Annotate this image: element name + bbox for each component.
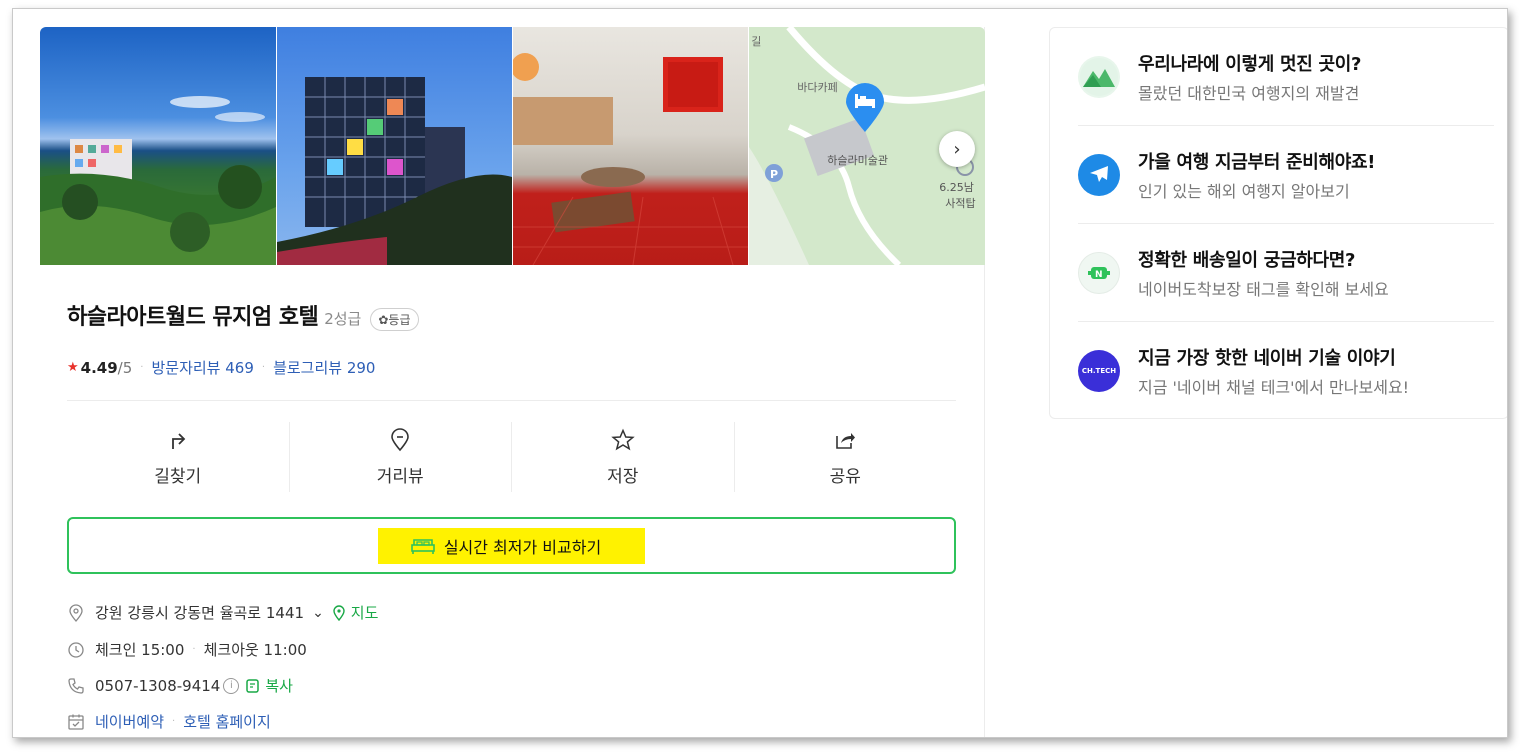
promo-panel: 우리나라에 이렇게 멋진 곳이? 몰랐던 대한민국 여행지의 재발견 가을 여행…	[1049, 27, 1507, 420]
phone-icon	[68, 677, 84, 694]
hotel-name: 하슬라아트월드 뮤지엄 호텔	[67, 305, 319, 330]
booking-row: 네이버예약 · 호텔 홈페이지	[67, 711, 271, 732]
save-label: 저장	[607, 466, 639, 487]
promo-subtitle: 몰랐던 대한민국 여행지의 재발견	[1138, 83, 1360, 103]
rating-max: /5	[117, 358, 133, 377]
building-illustration	[276, 77, 512, 265]
delivery-icon: N	[1078, 251, 1120, 294]
action-bar: 길찾기 거리뷰 저장 공유	[67, 422, 956, 492]
phone-row: 0507-1308-9414 i 복사	[67, 675, 293, 696]
save-button[interactable]: 저장	[512, 422, 735, 492]
promo-item-delivery[interactable]: N 정확한 배송일이 궁금하다면? 네이버도착보장 태그를 확인해 보세요	[1078, 224, 1494, 322]
hotel-grade: 2성급	[324, 310, 362, 328]
hotel-bed-pin-icon[interactable]	[843, 82, 887, 134]
street-view-button[interactable]: 거리뷰	[290, 422, 512, 492]
checkout-time: 체크아웃 11:00	[203, 641, 307, 659]
share-icon	[836, 432, 856, 449]
interior-illustration	[512, 53, 749, 265]
grade-chip-label: 등급	[388, 313, 411, 327]
naver-booking-link[interactable]: 네이버예약	[95, 711, 164, 732]
rating-star-icon: ★	[67, 360, 79, 375]
map-label-museum: 하슬라미술관	[827, 154, 888, 167]
separator-dot: ·	[140, 362, 144, 373]
promo-text: 정확한 배송일이 궁금하다면? 네이버도착보장 태그를 확인해 보세요	[1138, 246, 1389, 300]
promo-item-tech[interactable]: CH.TECH 지금 가장 핫한 네이버 기술 이야기 지금 '네이버 채널 테…	[1078, 322, 1494, 420]
clock-icon	[68, 641, 84, 658]
calendar-icon	[68, 714, 84, 730]
promo-title: 가을 여행 지금부터 준비해야죠!	[1138, 151, 1376, 173]
svg-text:P: P	[770, 168, 778, 181]
copy-icon	[246, 678, 260, 693]
separator-dot: ·	[172, 716, 176, 727]
price-compare-button[interactable]: 실시간 최저가 비교하기	[67, 517, 956, 574]
directions-button[interactable]: 길찾기	[67, 422, 290, 492]
chevron-right-icon[interactable]: ›	[939, 131, 975, 167]
visitor-reviews-link[interactable]: 방문자리뷰 469	[151, 357, 253, 378]
blog-reviews-link[interactable]: 블로그리뷰 290	[273, 357, 375, 378]
map-label-cafe: 바다카페	[797, 81, 838, 94]
promo-subtitle: 인기 있는 해외 여행지 알아보기	[1138, 181, 1350, 201]
map-link[interactable]: 지도	[351, 602, 379, 623]
coast-illustration	[40, 96, 276, 265]
photo-gallery[interactable]: P 길 바다카페 하슬라미술관 6.25남 사적탑 ›	[40, 27, 985, 265]
promo-subtitle: 지금 '네이버 채널 테크'에서 만나보세요!	[1138, 378, 1410, 397]
star-icon	[611, 428, 635, 450]
directions-icon	[171, 432, 186, 449]
map-pin-icon	[333, 604, 345, 621]
price-compare-label: 실시간 최저가 비교하기	[443, 537, 602, 557]
svg-text:N: N	[1095, 270, 1103, 280]
promo-text: 가을 여행 지금부터 준비해야죠! 인기 있는 해외 여행지 알아보기	[1138, 148, 1376, 202]
grade-info-chip[interactable]: ✿등급	[370, 308, 419, 331]
photo-interior[interactable]	[512, 27, 749, 265]
photo-building[interactable]	[276, 27, 512, 265]
location-pin-icon	[69, 603, 83, 622]
map-label-tower: 사적탑	[945, 197, 976, 210]
info-circle-icon[interactable]: i	[223, 677, 240, 694]
ch-tech-logo-text: CH.TECH	[1081, 367, 1117, 375]
promo-subtitle: 네이버도착보장 태그를 확인해 보세요	[1138, 279, 1389, 299]
promo-title: 정확한 배송일이 궁금하다면?	[1138, 249, 1356, 271]
photo-coast[interactable]	[40, 27, 276, 265]
hotel-homepage-link[interactable]: 호텔 홈페이지	[183, 711, 271, 732]
address-text: 강원 강릉시 강동면 율곡로 1441	[95, 604, 305, 622]
app-window: P 길 바다카페 하슬라미술관 6.25남 사적탑 › 하슬라아트월드 뮤지엄 …	[12, 8, 1508, 738]
hotel-title-row: 하슬라아트월드 뮤지엄 호텔 2성급 ✿등급	[67, 299, 419, 331]
separator-dot: ·	[261, 362, 266, 373]
share-label: 공유	[829, 466, 861, 487]
chevron-down-icon[interactable]: ⌄	[312, 605, 324, 621]
divider	[67, 400, 956, 401]
airplane-icon	[1078, 153, 1120, 196]
map-label-road: 길	[751, 35, 762, 48]
location-pin-icon	[391, 427, 410, 451]
promo-title: 지금 가장 핫한 네이버 기술 이야기	[1138, 348, 1396, 369]
copy-phone-button[interactable]: 복사	[265, 675, 293, 696]
rating-score: 4.49	[80, 358, 118, 377]
grade-chip-icon: ✿	[378, 313, 389, 327]
directions-label: 길찾기	[154, 466, 202, 487]
hours-row: 체크인 15:00 · 체크아웃 11:00	[67, 639, 307, 660]
share-button[interactable]: 공유	[735, 422, 957, 492]
mountain-icon	[1078, 55, 1120, 98]
price-compare-highlight: 실시간 최저가 비교하기	[377, 527, 646, 564]
promo-title: 우리나라에 이렇게 멋진 곳이?	[1138, 53, 1362, 75]
bed-icon	[411, 538, 435, 554]
street-view-label: 거리뷰	[376, 466, 424, 487]
separator-dot: ·	[192, 644, 196, 655]
ch-tech-icon: CH.TECH	[1078, 350, 1120, 392]
promo-text: 우리나라에 이렇게 멋진 곳이? 몰랐던 대한민국 여행지의 재발견	[1138, 50, 1361, 104]
promo-item-overseas-travel[interactable]: 가을 여행 지금부터 준비해야죠! 인기 있는 해외 여행지 알아보기	[1078, 126, 1494, 224]
address-row: 강원 강릉시 강동면 율곡로 1441 ⌄ 지도	[67, 602, 378, 623]
checkin-time: 체크인 15:00	[95, 641, 185, 659]
promo-item-domestic-travel[interactable]: 우리나라에 이렇게 멋진 곳이? 몰랐던 대한민국 여행지의 재발견	[1078, 28, 1494, 126]
rating-row: ★ 4.49 /5 · 방문자리뷰 469 · 블로그리뷰 290	[67, 357, 375, 378]
phone-number: 0507-1308-9414	[95, 676, 221, 695]
map-label-memorial: 6.25남	[939, 181, 974, 194]
promo-text: 지금 가장 핫한 네이버 기술 이야기 지금 '네이버 채널 테크'에서 만나보…	[1138, 344, 1409, 398]
place-detail-panel: P 길 바다카페 하슬라미술관 6.25남 사적탑 › 하슬라아트월드 뮤지엄 …	[40, 27, 985, 737]
